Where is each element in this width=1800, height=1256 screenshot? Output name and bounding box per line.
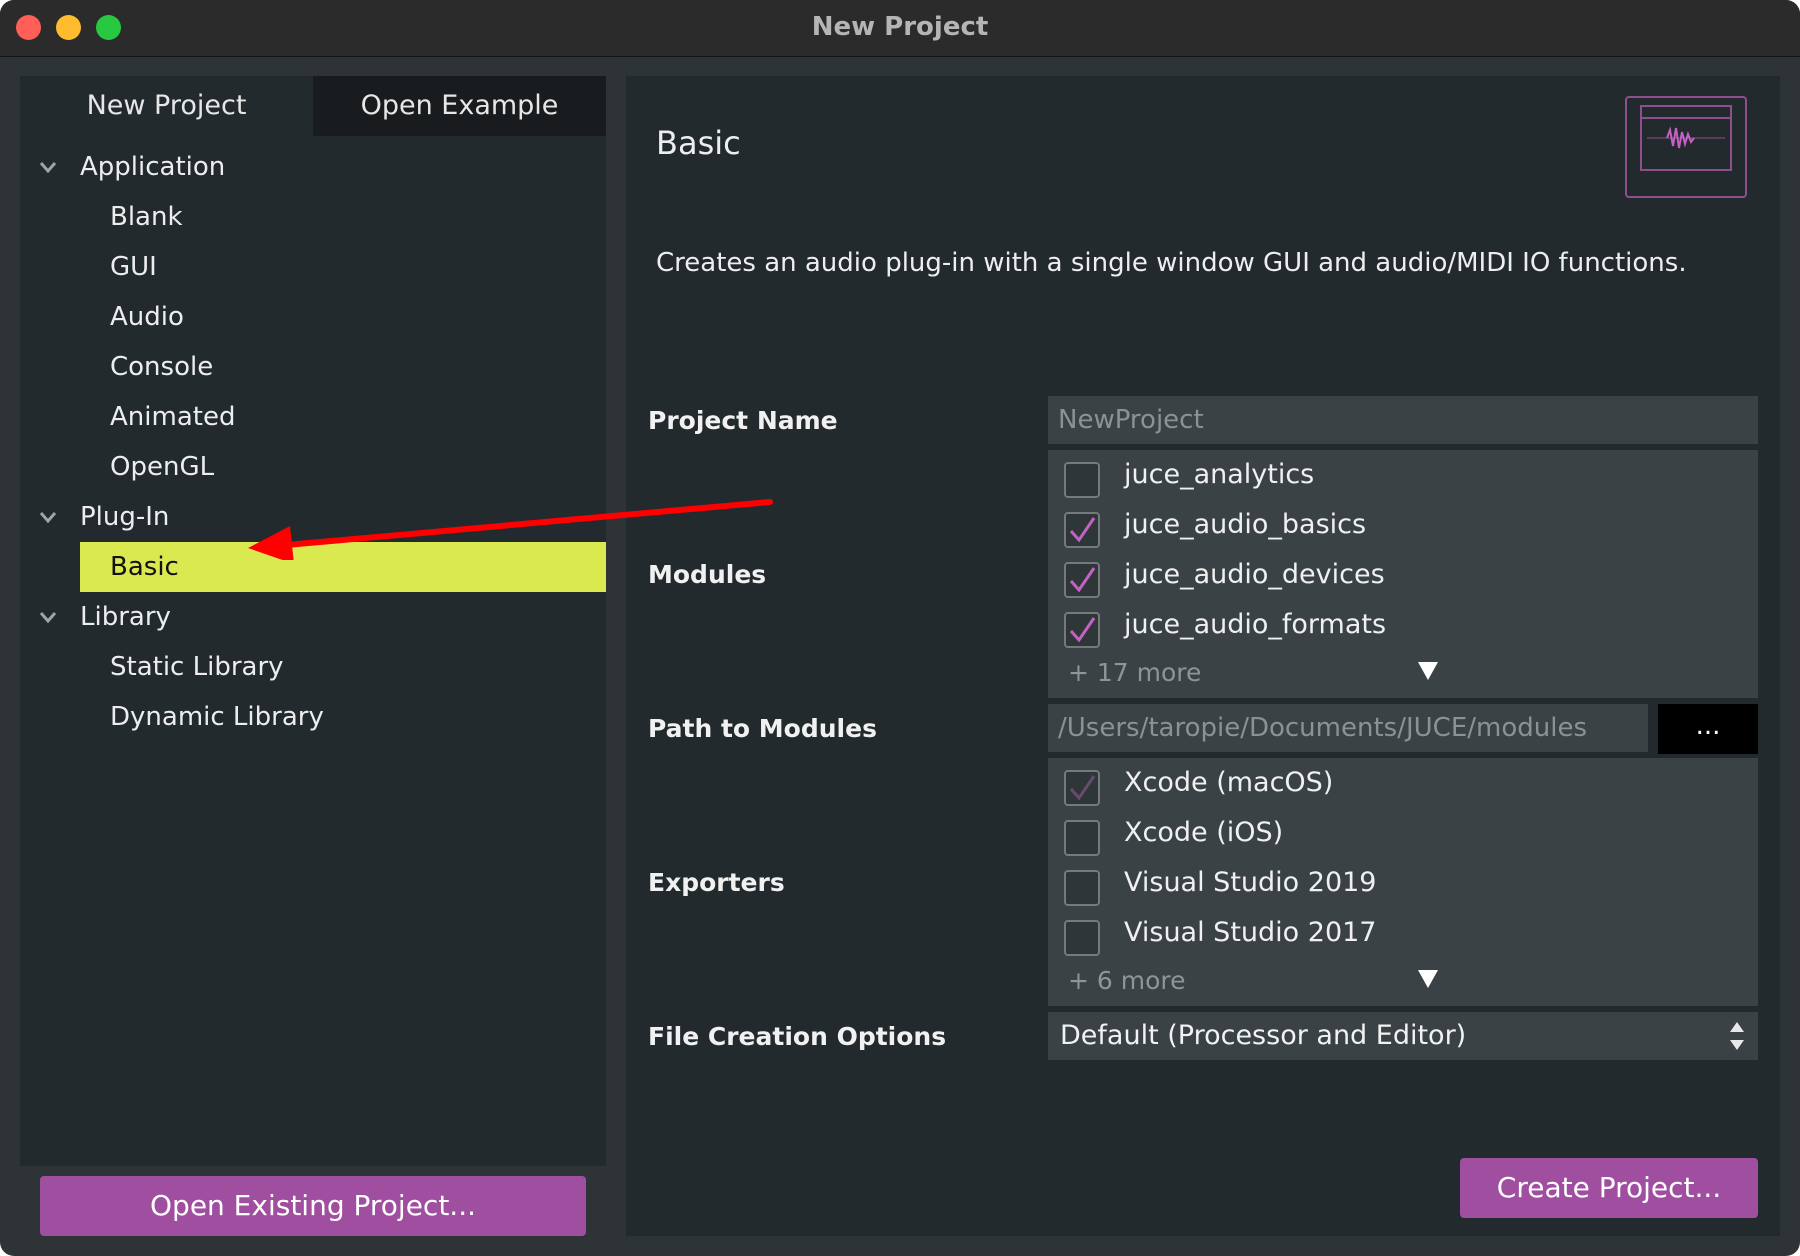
- title-bar: New Project: [0, 0, 1800, 57]
- tree-item-label: Blank: [110, 202, 183, 232]
- checkbox[interactable]: [1064, 920, 1100, 956]
- checkbox[interactable]: [1064, 770, 1100, 806]
- tree-item-dynamic-library[interactable]: Dynamic Library: [80, 692, 606, 742]
- modules-more-label: + 17 more: [1068, 658, 1202, 687]
- exporters-list: Xcode (macOS) Xcode (iOS) Visual Studio …: [1048, 758, 1758, 1006]
- exporter-row-xcode-ios[interactable]: Xcode (iOS): [1064, 812, 1744, 862]
- template-heading: Basic: [656, 124, 741, 162]
- exporter-name: Visual Studio 2017: [1124, 917, 1377, 948]
- new-project-window: New Project New Project Open Example App…: [0, 0, 1800, 1256]
- checkmark-icon: [1069, 567, 1096, 593]
- create-project-button[interactable]: Create Project...: [1460, 1158, 1758, 1218]
- exporter-row-visual-studio-2019[interactable]: Visual Studio 2019: [1064, 862, 1744, 912]
- checkbox[interactable]: [1064, 820, 1100, 856]
- triangle-down-icon: [1418, 970, 1438, 988]
- project-name-input[interactable]: NewProject: [1048, 396, 1758, 444]
- exporters-more-label: + 6 more: [1068, 966, 1186, 995]
- modules-list: juce_analytics juce_audio_basics juce_au…: [1048, 450, 1758, 698]
- tree-item-gui[interactable]: GUI: [80, 242, 606, 292]
- file-creation-options-label: File Creation Options: [648, 1022, 947, 1051]
- exporter-name: Xcode (iOS): [1124, 817, 1284, 848]
- tree-item-audio[interactable]: Audio: [80, 292, 606, 342]
- browse-path-button[interactable]: ...: [1658, 704, 1758, 754]
- tab-open-example[interactable]: Open Example: [313, 76, 606, 136]
- chevron-down-icon: [39, 512, 57, 524]
- tree-item-console[interactable]: Console: [80, 342, 606, 392]
- template-description: Creates an audio plug-in with a single w…: [656, 248, 1687, 278]
- tree-item-label: Animated: [110, 402, 236, 432]
- tree-group-label: Library: [80, 602, 171, 632]
- project-name-label: Project Name: [648, 406, 838, 435]
- checkmark-icon: [1069, 617, 1096, 643]
- checkbox[interactable]: [1064, 870, 1100, 906]
- file-creation-options-value: Default (Processor and Editor): [1060, 1020, 1467, 1051]
- tree-item-opengl[interactable]: OpenGL: [80, 442, 606, 492]
- template-sidebar: New Project Open Example Application Bla…: [20, 76, 606, 1166]
- project-name-placeholder: NewProject: [1058, 405, 1204, 435]
- modules-label: Modules: [648, 560, 767, 589]
- tree-item-basic[interactable]: Basic: [80, 542, 606, 592]
- module-row-juce-audio-formats[interactable]: juce_audio_formats: [1064, 604, 1744, 654]
- window-title: New Project: [811, 12, 989, 42]
- exporter-name: Xcode (macOS): [1124, 767, 1334, 798]
- tree-item-blank[interactable]: Blank: [80, 192, 606, 242]
- checkbox[interactable]: [1064, 512, 1100, 548]
- checkbox[interactable]: [1064, 462, 1100, 498]
- tree-group-label: Plug-In: [80, 502, 170, 532]
- tree-item-label: Audio: [110, 302, 184, 332]
- chevron-down-icon: [39, 612, 57, 624]
- module-name: juce_audio_basics: [1124, 509, 1367, 540]
- exporters-more-toggle[interactable]: + 6 more: [1068, 966, 1748, 1006]
- checkbox[interactable]: [1064, 562, 1100, 598]
- tree-group-label: Application: [80, 152, 226, 182]
- exporter-row-xcode-macos[interactable]: Xcode (macOS): [1064, 762, 1744, 812]
- tree-item-label: Console: [110, 352, 214, 382]
- exporter-name: Visual Studio 2019: [1124, 867, 1377, 898]
- module-row-juce-audio-basics[interactable]: juce_audio_basics: [1064, 504, 1744, 554]
- triangle-down-icon: [1418, 662, 1438, 680]
- module-name: juce_audio_formats: [1124, 609, 1387, 640]
- checkmark-icon: [1069, 775, 1096, 801]
- tree-item-label: Basic: [110, 552, 179, 582]
- tree-group-plugin[interactable]: Plug-In: [20, 492, 606, 542]
- path-to-modules-value: /Users/taropie/Documents/JUCE/modules: [1058, 713, 1587, 743]
- checkbox[interactable]: [1064, 612, 1100, 648]
- tree-item-label: Dynamic Library: [110, 702, 324, 732]
- template-detail-panel: Basic Creates an audio plug-in with a si…: [626, 76, 1780, 1236]
- checkmark-icon: [1069, 517, 1096, 543]
- module-name: juce_audio_devices: [1124, 559, 1385, 590]
- path-to-modules-input[interactable]: /Users/taropie/Documents/JUCE/modules: [1048, 704, 1648, 752]
- tree-item-animated[interactable]: Animated: [80, 392, 606, 442]
- module-name: juce_analytics: [1124, 459, 1315, 490]
- chevron-down-icon: [39, 162, 57, 174]
- open-existing-project-button[interactable]: Open Existing Project...: [40, 1176, 586, 1236]
- tree-item-label: GUI: [110, 252, 157, 282]
- tree-group-application[interactable]: Application: [20, 142, 606, 192]
- tree-group-library[interactable]: Library: [20, 592, 606, 642]
- up-down-arrows-icon: [1730, 1022, 1744, 1050]
- modules-more-toggle[interactable]: + 17 more: [1068, 658, 1748, 698]
- exporters-label: Exporters: [648, 868, 785, 897]
- module-row-juce-audio-devices[interactable]: juce_audio_devices: [1064, 554, 1744, 604]
- exporter-row-visual-studio-2017[interactable]: Visual Studio 2017: [1064, 912, 1744, 962]
- path-to-modules-label: Path to Modules: [648, 714, 877, 743]
- plugin-thumbnail-icon: [1625, 96, 1747, 198]
- tree-item-label: OpenGL: [110, 452, 215, 482]
- tree-item-label: Static Library: [110, 652, 284, 682]
- module-row-juce-analytics[interactable]: juce_analytics: [1064, 454, 1744, 504]
- tab-new-project[interactable]: New Project: [20, 76, 313, 136]
- tree-item-static-library[interactable]: Static Library: [80, 642, 606, 692]
- file-creation-options-select[interactable]: Default (Processor and Editor): [1048, 1012, 1758, 1060]
